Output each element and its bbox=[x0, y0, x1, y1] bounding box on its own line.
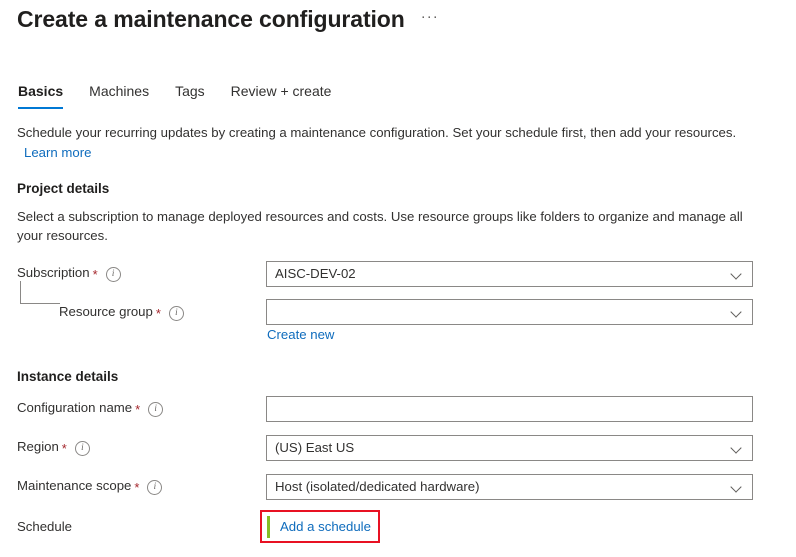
tab-review-create[interactable]: Review + create bbox=[218, 82, 345, 109]
info-icon[interactable] bbox=[106, 267, 121, 282]
tab-basics[interactable]: Basics bbox=[17, 82, 76, 109]
tab-bar: Basics Machines Tags Review + create bbox=[17, 82, 344, 109]
learn-more-link[interactable]: Learn more bbox=[24, 143, 91, 162]
instance-details-heading: Instance details bbox=[17, 368, 118, 386]
chevron-down-icon bbox=[731, 482, 742, 493]
subscription-label-text: Subscription bbox=[17, 264, 90, 282]
subscription-label: Subscription * bbox=[17, 264, 121, 282]
schedule-label: Schedule bbox=[17, 518, 72, 536]
required-asterisk: * bbox=[156, 307, 161, 320]
intro-text: Schedule your recurring updates by creat… bbox=[17, 125, 736, 140]
chevron-down-icon bbox=[731, 443, 742, 454]
chevron-down-icon bbox=[731, 269, 742, 280]
create-new-resource-group-link[interactable]: Create new bbox=[267, 326, 334, 344]
tab-tags[interactable]: Tags bbox=[162, 82, 218, 109]
project-details-description: Select a subscription to manage deployed… bbox=[17, 207, 757, 245]
required-asterisk: * bbox=[135, 403, 140, 416]
maintenance-scope-dropdown[interactable]: Host (isolated/dedicated hardware) bbox=[266, 474, 753, 500]
resource-group-label-text: Resource group bbox=[59, 303, 153, 321]
maintenance-scope-label: Maintenance scope * bbox=[17, 477, 162, 495]
maintenance-scope-label-text: Maintenance scope bbox=[17, 477, 131, 495]
region-label-text: Region bbox=[17, 438, 59, 456]
page-title: Create a maintenance configuration bbox=[17, 4, 405, 34]
resource-group-tree-connector bbox=[20, 281, 60, 304]
required-asterisk: * bbox=[62, 442, 67, 455]
intro-text-block: Schedule your recurring updates by creat… bbox=[17, 123, 762, 162]
subscription-value: AISC-DEV-02 bbox=[275, 262, 731, 286]
configuration-name-label-text: Configuration name bbox=[17, 399, 132, 417]
tab-machines[interactable]: Machines bbox=[76, 82, 162, 109]
more-actions-icon[interactable]: ··· bbox=[421, 10, 439, 28]
add-schedule-link[interactable]: Add a schedule bbox=[280, 518, 371, 536]
info-icon[interactable] bbox=[147, 480, 162, 495]
required-asterisk: * bbox=[134, 481, 139, 494]
schedule-accent-bar bbox=[267, 516, 270, 538]
maintenance-scope-value: Host (isolated/dedicated hardware) bbox=[275, 475, 731, 499]
resource-group-label: Resource group * bbox=[59, 303, 184, 321]
resource-group-dropdown[interactable] bbox=[266, 299, 753, 325]
configuration-name-input[interactable] bbox=[266, 396, 753, 422]
configuration-name-label: Configuration name * bbox=[17, 399, 163, 417]
required-asterisk: * bbox=[93, 268, 98, 281]
project-details-heading: Project details bbox=[17, 180, 109, 198]
add-schedule-highlight: Add a schedule bbox=[260, 510, 380, 543]
region-label: Region * bbox=[17, 438, 90, 456]
page-header: Create a maintenance configuration ··· bbox=[17, 4, 439, 34]
subscription-dropdown[interactable]: AISC-DEV-02 bbox=[266, 261, 753, 287]
region-dropdown[interactable]: (US) East US bbox=[266, 435, 753, 461]
region-value: (US) East US bbox=[275, 436, 731, 460]
info-icon[interactable] bbox=[148, 402, 163, 417]
info-icon[interactable] bbox=[169, 306, 184, 321]
chevron-down-icon bbox=[731, 307, 742, 318]
info-icon[interactable] bbox=[75, 441, 90, 456]
schedule-label-text: Schedule bbox=[17, 518, 72, 536]
